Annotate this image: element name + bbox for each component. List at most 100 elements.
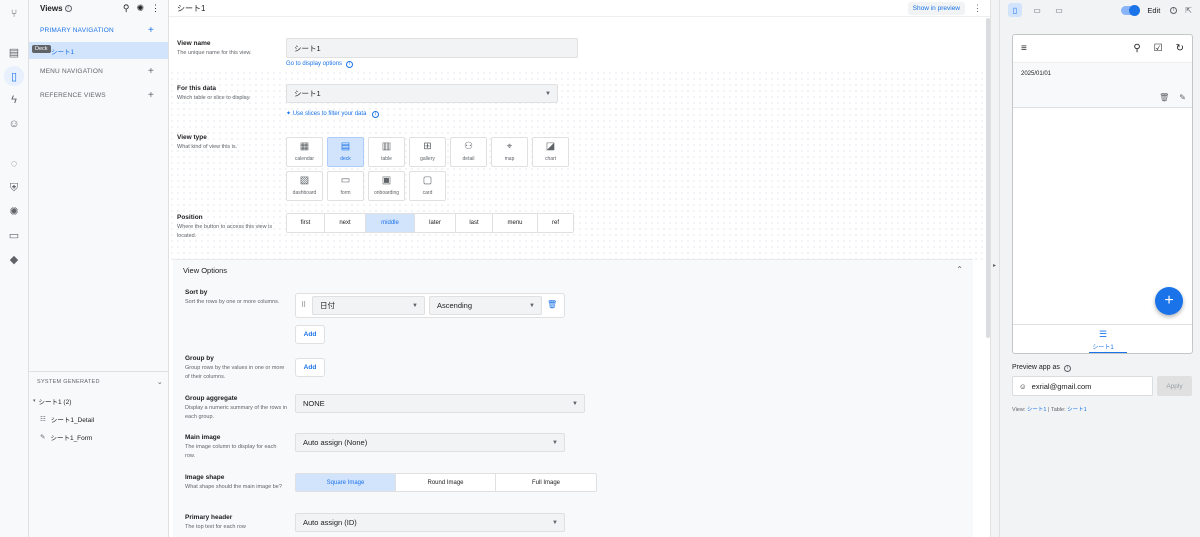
image-shape-option[interactable]: Round Image: [396, 474, 496, 491]
system-generated-header[interactable]: SYSTEM GENERATED ⌄: [29, 372, 169, 392]
edit-icon[interactable]: ✎: [1179, 93, 1186, 102]
view-type-calendar[interactable]: ▦ calendar: [286, 137, 323, 167]
view-type-table[interactable]: ▥ table: [368, 137, 405, 167]
select-checkbox-icon[interactable]: ☑: [1154, 43, 1163, 54]
image-shape-description: What shape should the main image be?: [185, 484, 282, 490]
nav-item-label: シート1: [1092, 345, 1114, 351]
view-name-label: View name: [177, 40, 211, 47]
menu-navigation-section[interactable]: MENU NAVIGATION +: [29, 59, 168, 83]
view-item-sheet1[interactable]: Deck シート1: [29, 42, 168, 59]
position-option-later[interactable]: later: [415, 214, 456, 232]
chevron-up-icon[interactable]: ⌃: [956, 265, 963, 274]
info-icon[interactable]: i: [1170, 6, 1178, 14]
primary-header-select[interactable]: Auto assign (ID) ▼: [295, 513, 565, 532]
view-type-chart[interactable]: ◪ chart: [532, 137, 569, 167]
preview-toolbar: ▯ ▭ ▭ Edit i ⇱: [1000, 0, 1200, 20]
school-icon[interactable]: ◆: [4, 249, 24, 269]
position-option-middle[interactable]: middle: [366, 214, 415, 232]
view-type-gallery[interactable]: ⊞ gallery: [409, 137, 446, 167]
view-type-deck[interactable]: ▤ deck: [327, 137, 364, 167]
view-type-label: table: [381, 156, 392, 162]
position-option-ref[interactable]: ref: [538, 214, 573, 232]
add-reference-view-icon[interactable]: +: [148, 90, 154, 101]
dropdown-caret-icon: ▼: [412, 302, 418, 309]
position-option-first[interactable]: first: [287, 214, 325, 232]
view-type-onboarding[interactable]: ▣ onboarding: [368, 171, 405, 201]
nav-active-indicator: [1089, 352, 1127, 353]
delete-icon[interactable]: 🗑: [1159, 93, 1169, 102]
go-to-display-options-link[interactable]: Go to display options i: [286, 61, 353, 68]
view-name-input[interactable]: シート1: [286, 38, 578, 58]
image-shape-option[interactable]: Square Image: [296, 474, 396, 491]
tablet-device-icon[interactable]: ▭: [1030, 3, 1044, 17]
search-icon[interactable]: ⚲: [1133, 43, 1140, 54]
deck-card[interactable]: 2025/01/01 🗑 ✎: [1013, 63, 1192, 108]
info-icon[interactable]: i: [1063, 365, 1071, 372]
sparkle-icon: ✦: [286, 111, 292, 117]
phone-icon[interactable]: ▯: [4, 66, 24, 86]
position-option-next[interactable]: next: [325, 214, 366, 232]
view-type-form[interactable]: ▭ form: [327, 171, 364, 201]
view-type-detail[interactable]: ⚇ detail: [450, 137, 487, 167]
gear-icon[interactable]: ✺: [136, 3, 144, 14]
views-header: Views i ⚲ ✺ ⋮: [29, 0, 168, 17]
bot-icon[interactable]: ☺: [4, 114, 24, 134]
bulb-icon[interactable]: ◌: [4, 154, 24, 174]
nav-item-sheet1[interactable]: ☰ シート1: [1091, 329, 1115, 351]
more-vert-icon[interactable]: ⋮: [973, 3, 982, 14]
system-view-form[interactable]: ✎ シート1_Form: [29, 428, 169, 446]
position-option-last[interactable]: last: [456, 214, 493, 232]
table-info-link[interactable]: シート1: [1067, 407, 1087, 413]
table-icon[interactable]: ▤: [4, 42, 24, 62]
view-info-link[interactable]: シート1: [1027, 407, 1047, 413]
table-select[interactable]: シート1 ▼: [286, 84, 558, 103]
search-icon[interactable]: ⚲: [123, 3, 130, 14]
view-type-dashboard[interactable]: ▧ dashboard: [286, 171, 323, 201]
shield-icon[interactable]: ⛨: [4, 178, 24, 198]
sort-lines-icon[interactable]: ≡: [1021, 43, 1027, 54]
primary-navigation-section[interactable]: PRIMARY NAVIGATION +: [29, 18, 168, 42]
add-fab-button[interactable]: +: [1155, 287, 1183, 315]
view-type-card[interactable]: ▢ card: [409, 171, 446, 201]
apply-button[interactable]: Apply: [1157, 376, 1192, 396]
reference-views-section[interactable]: REFERENCE VIEWS +: [29, 83, 168, 107]
sort-column-select[interactable]: 日付 ▼: [312, 296, 425, 315]
position-option-menu[interactable]: menu: [493, 214, 538, 232]
refresh-icon[interactable]: ↻: [1176, 43, 1184, 54]
info-icon[interactable]: i: [64, 5, 72, 12]
drag-handle-icon[interactable]: ⠿: [301, 301, 306, 309]
preview-email-input[interactable]: ☺ exrial@gmail.com: [1012, 376, 1153, 396]
phone-device-icon[interactable]: ▯: [1008, 3, 1022, 17]
add-sort-button[interactable]: Add: [295, 325, 325, 344]
preview-as-row: Preview app as i: [1012, 364, 1071, 372]
edit-toggle[interactable]: [1121, 4, 1141, 16]
add-primary-view-icon[interactable]: +: [148, 25, 154, 36]
map-icon: ⌖: [506, 141, 513, 152]
show-in-preview-button[interactable]: Show in preview: [907, 1, 965, 15]
bolt-icon[interactable]: ϟ: [4, 90, 24, 110]
more-vert-icon[interactable]: ⋮: [151, 3, 160, 14]
chevron-right-icon[interactable]: ▸: [993, 262, 996, 269]
main-image-select[interactable]: Auto assign (None) ▼: [295, 433, 565, 452]
system-view-detail[interactable]: ☷ シート1_Detail: [29, 410, 169, 428]
primary-navigation-label: PRIMARY NAVIGATION: [40, 26, 114, 34]
add-group-button[interactable]: Add: [295, 358, 325, 377]
open-external-icon[interactable]: ⇱: [1185, 6, 1192, 15]
sort-order-select[interactable]: Ascending ▼: [429, 296, 542, 315]
system-group-row[interactable]: ▾ シート1 (2): [29, 392, 169, 410]
list-icon: ☰: [1098, 329, 1108, 339]
add-menu-view-icon[interactable]: +: [148, 66, 154, 77]
monitor-icon[interactable]: ▭: [4, 225, 24, 245]
view-type-map[interactable]: ⌖ map: [491, 137, 528, 167]
share-icon[interactable]: ⑂: [4, 4, 24, 24]
calendar-icon: ▦: [299, 141, 310, 152]
panel-resize-handle[interactable]: ▸: [990, 0, 1000, 537]
use-slices-link[interactable]: ✦ Use slices to filter your data i: [286, 110, 380, 118]
settings-icon[interactable]: ✺: [4, 201, 24, 221]
chevron-down-icon[interactable]: ⌄: [157, 378, 163, 386]
info-icon: i: [372, 111, 380, 118]
group-aggregate-select[interactable]: NONE ▼: [295, 394, 585, 413]
delete-icon[interactable]: 🗑: [547, 300, 557, 309]
image-shape-option[interactable]: Full Image: [496, 474, 596, 491]
desktop-device-icon[interactable]: ▭: [1052, 3, 1066, 17]
